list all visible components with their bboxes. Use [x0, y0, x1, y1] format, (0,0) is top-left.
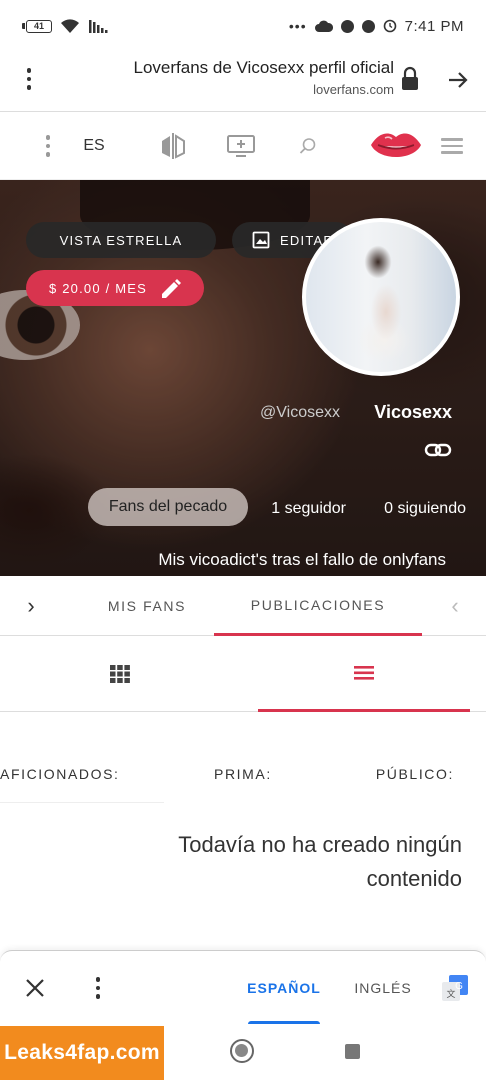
profile-bio: Mis vicoadict's tras el fallo de onlyfan… — [158, 550, 446, 569]
watermark: Leaks4fap.com — [0, 1026, 164, 1080]
fans-group-label: Fans del pecado — [108, 498, 228, 515]
status-bar: 41 ••• 7:41 PM — [0, 0, 486, 52]
audience-public[interactable]: PÚBLICO: — [376, 766, 454, 782]
translate-english-tab[interactable]: INGLÉS — [348, 951, 418, 1025]
translate-spanish-tab[interactable]: ESPAÑOL — [244, 951, 324, 1025]
profile-tabs: ‹ PUBLICACIONES MIS FANS › — [0, 576, 486, 636]
profile-display-name: Vicosexx — [374, 402, 452, 422]
lock-icon — [402, 66, 418, 90]
more-icon[interactable] — [38, 112, 58, 180]
image-edit-icon — [252, 231, 270, 249]
followers-count[interactable]: 1 seguidor — [271, 500, 346, 518]
fans-group-button[interactable]: Fans del pecado — [88, 488, 248, 526]
page-title[interactable]: Loverfans de Vicosexx perfil oficial — [134, 58, 395, 78]
screen-icon[interactable] — [224, 112, 258, 180]
star-view-label: VISTA ESTRELLA — [59, 232, 183, 248]
price-label: $ 20.00 / MES — [49, 280, 147, 296]
battery-icon: 41 — [22, 19, 52, 33]
google-translate-icon: G 文 — [442, 975, 468, 1001]
more-dots-icon: ••• — [288, 18, 307, 34]
list-view-button[interactable] — [258, 636, 470, 712]
signal-icon — [89, 20, 108, 33]
search-icon[interactable] — [294, 112, 322, 180]
close-icon[interactable] — [20, 973, 50, 1003]
avatar[interactable] — [302, 218, 460, 376]
home-button[interactable] — [230, 1039, 254, 1063]
recents-button[interactable] — [345, 1044, 360, 1059]
tab-mis-fans[interactable]: MIS FANS — [84, 576, 210, 636]
wifi-icon — [61, 19, 79, 33]
link-icon[interactable] — [424, 438, 452, 462]
messenger-icon — [361, 19, 375, 33]
site-navbar: ES — [0, 112, 486, 180]
grid-icon — [110, 665, 130, 683]
forward-button[interactable] — [440, 62, 476, 98]
star-view-button[interactable]: VISTA ESTRELLA — [26, 222, 216, 258]
svg-text:G: G — [455, 981, 463, 992]
tab-publicaciones[interactable]: PUBLICACIONES — [214, 576, 422, 636]
following-count[interactable]: 0 siguiendo — [384, 500, 466, 518]
profile-handle: @Vicosexx — [260, 404, 340, 421]
list-icon — [354, 665, 374, 680]
lips-logo-icon[interactable] — [366, 112, 426, 180]
status-right-icons: ••• 7:41 PM — [289, 18, 464, 35]
language-selector[interactable]: ES — [76, 112, 112, 180]
menu-icon[interactable] — [434, 112, 470, 180]
arrow-right-icon — [449, 72, 468, 88]
grid-view-button[interactable] — [20, 636, 220, 712]
mirror-icon[interactable] — [156, 112, 190, 180]
tabs-scroll-left-icon[interactable]: › — [16, 576, 46, 636]
cloud-icon — [314, 20, 333, 32]
audience-fans[interactable]: AFICIONADOS: — [0, 766, 120, 782]
pencil-icon — [161, 279, 181, 298]
translate-bar: G 文 INGLÉS ESPAÑOL — [0, 950, 486, 1025]
svg-text:文: 文 — [446, 988, 455, 999]
browser-menu-button[interactable] — [14, 64, 44, 94]
divider — [0, 802, 164, 803]
audience-premium[interactable]: PRIMA: — [214, 766, 272, 782]
profile-header: VISTA ESTRELLA EDITAR $ 20.00 / MES Vico… — [0, 180, 486, 576]
battery-level: 41 — [26, 19, 52, 33]
subscription-price-button[interactable]: $ 20.00 / MES — [26, 270, 204, 306]
alarm-icon — [383, 19, 396, 33]
browser-url-bar: Loverfans de Vicosexx perfil oficial lov… — [0, 52, 486, 112]
page-domain[interactable]: loverfans.com — [313, 82, 394, 97]
status-left-icons: 41 — [22, 18, 110, 34]
view-toggle — [0, 636, 486, 712]
messenger-icon — [340, 19, 354, 33]
translate-more-icon[interactable] — [88, 973, 108, 1003]
tabs-scroll-right-icon[interactable]: ‹ — [440, 576, 470, 636]
empty-state-message: Todavía no ha creado ningún contenido — [178, 832, 462, 891]
clock: 7:41 PM — [404, 17, 464, 35]
